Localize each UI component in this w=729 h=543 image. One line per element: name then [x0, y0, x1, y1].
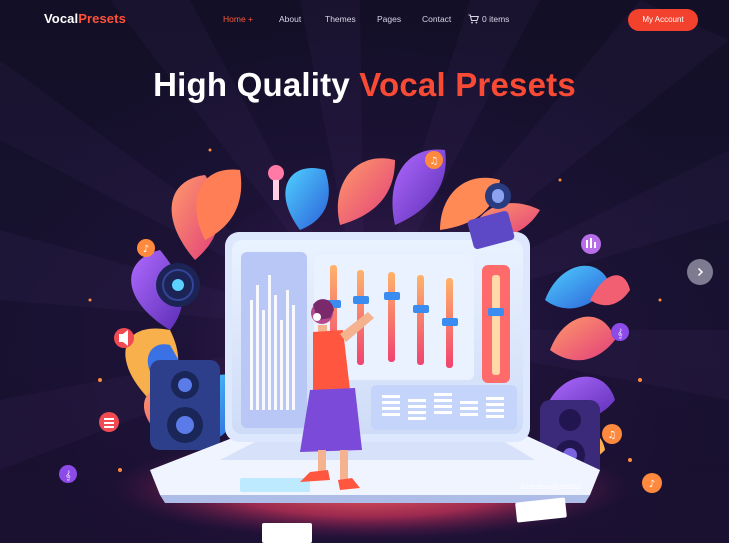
vinyl-record	[156, 263, 200, 307]
svg-text:♫: ♫	[608, 430, 617, 441]
cart-count-label[interactable]: 0 items	[482, 14, 509, 24]
cart-icon[interactable]	[468, 14, 479, 24]
svg-text:𝄞: 𝄞	[65, 470, 70, 481]
nav-item-themes[interactable]: Themes	[325, 14, 356, 24]
main-menu: Home + About Themes Pages Contact 0 item…	[0, 14, 729, 28]
svg-text:♫: ♫	[430, 156, 439, 167]
svg-text:♪: ♪	[649, 479, 655, 490]
nav-item-home[interactable]: Home +	[223, 14, 253, 24]
my-account-button[interactable]: My Account	[628, 9, 698, 31]
hero-title-part2: Vocal Presets	[359, 66, 576, 103]
floor-pad-left	[262, 523, 312, 543]
hero-title-part1: High Quality	[153, 66, 350, 103]
slider-next-button[interactable]	[687, 259, 713, 285]
nav-item-about[interactable]: About	[279, 14, 301, 24]
hero-title: High Quality Vocal Presets	[0, 66, 729, 104]
svg-text:♪: ♪	[143, 244, 149, 255]
nav-item-pages[interactable]: Pages	[377, 14, 401, 24]
chevron-right-icon	[697, 267, 704, 277]
top-navigation: VocalPresets Home + About Themes Pages C…	[0, 0, 729, 40]
nav-item-contact[interactable]: Contact	[422, 14, 451, 24]
speaker-left	[150, 360, 220, 450]
svg-text:𝄞: 𝄞	[617, 328, 622, 339]
image-credit: illustration@zahidul	[520, 484, 581, 491]
